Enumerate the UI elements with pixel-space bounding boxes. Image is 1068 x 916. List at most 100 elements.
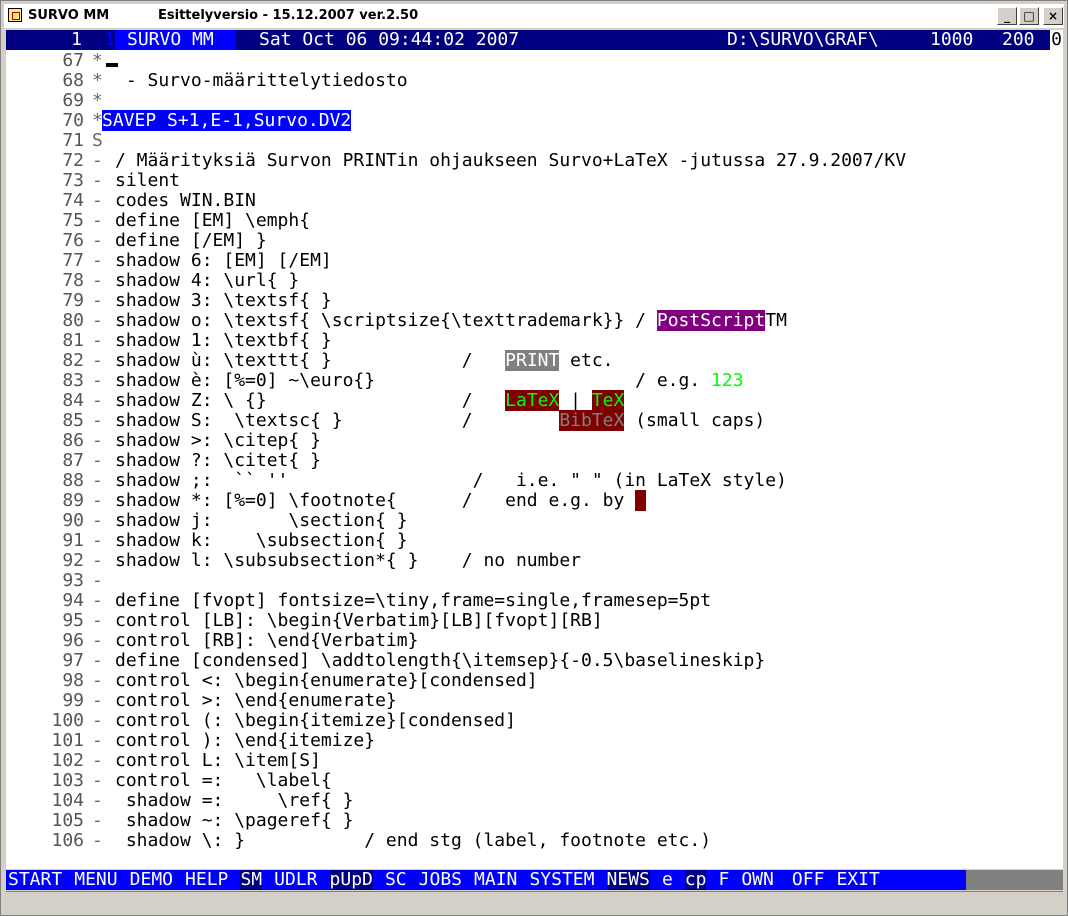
control-char[interactable]: - (92, 631, 103, 651)
control-char[interactable]: - (92, 231, 103, 251)
line-text[interactable]: shadow S: \textsc{ } / BibTeX (small cap… (115, 410, 765, 431)
app-icon[interactable] (8, 8, 22, 22)
line-text[interactable]: shadow Z: \ {} / LaTeX | TeX (115, 390, 625, 411)
line-text[interactable]: define [condensed] \addtolength{\itemsep… (115, 651, 765, 671)
control-char[interactable]: * (92, 71, 103, 91)
line-text[interactable]: shadow 6: [EM] [/EM] (115, 251, 332, 271)
control-char[interactable]: - (92, 531, 103, 551)
line-text[interactable]: silent (115, 171, 180, 191)
line-text[interactable]: control (: \begin{itemize}[condensed] (115, 711, 516, 731)
function-key-main[interactable]: MAIN (474, 870, 517, 890)
control-char[interactable]: - (92, 411, 103, 431)
line-text[interactable]: shadow ù: \texttt{ } / PRINT etc. (115, 350, 614, 371)
control-char[interactable]: - (92, 831, 103, 851)
control-char[interactable]: - (92, 571, 103, 591)
control-char[interactable]: - (92, 671, 103, 691)
control-char[interactable]: - (92, 311, 103, 331)
control-char[interactable]: - (92, 751, 103, 771)
line-text[interactable]: control L: \item[S] (115, 751, 321, 771)
control-char[interactable]: - (92, 471, 103, 491)
line-text[interactable]: shadow 1: \textbf{ } (115, 331, 332, 351)
control-char[interactable]: - (92, 551, 103, 571)
control-char[interactable]: - (92, 711, 103, 731)
line-text[interactable]: control ): \end{itemize} (115, 731, 375, 751)
line-text[interactable]: control [LB]: \begin{Verbatim}[LB][fvopt… (115, 611, 603, 631)
function-key-menu[interactable]: MENU (74, 870, 117, 890)
control-char[interactable]: - (92, 611, 103, 631)
line-text[interactable]: define [EM] \emph{ (115, 211, 310, 231)
function-key-sm[interactable]: SM (240, 870, 263, 890)
control-char[interactable]: - (92, 151, 103, 171)
close-button[interactable]: × (1043, 7, 1063, 25)
control-char[interactable]: - (92, 451, 103, 471)
control-char[interactable]: - (92, 271, 103, 291)
function-key-cp[interactable]: cp (684, 870, 707, 890)
line-text[interactable] (106, 51, 118, 71)
function-key-off[interactable]: OFF (792, 870, 825, 890)
line-text[interactable]: shadow ?: \citet{ } (115, 451, 321, 471)
function-key-exit[interactable]: EXIT (836, 870, 879, 890)
line-text[interactable]: shadow l: \subsubsection*{ } / no number (115, 551, 581, 571)
function-key-system[interactable]: SYSTEM (529, 870, 594, 890)
control-char[interactable]: - (92, 791, 103, 811)
control-char[interactable]: - (92, 191, 103, 211)
line-text[interactable]: shadow ~: \pageref{ } (115, 811, 354, 831)
control-char[interactable]: - (92, 491, 103, 511)
line-text-main: shadow Z: \ {} / (115, 390, 506, 411)
function-key-udlr[interactable]: UDLR (274, 870, 317, 890)
line-text[interactable]: shadow *: [%=0] \footnote{ / end e.g. by… (115, 490, 647, 511)
line-text[interactable]: control [RB]: \end{Verbatim} (115, 631, 418, 651)
control-char[interactable]: - (92, 651, 103, 671)
control-char[interactable]: - (92, 691, 103, 711)
control-char[interactable]: - (92, 171, 103, 191)
control-char[interactable]: - (92, 591, 103, 611)
line-text[interactable]: shadow >: \citep{ } (115, 431, 321, 451)
control-char[interactable]: - (92, 351, 103, 371)
function-key-jobs[interactable]: JOBS (419, 870, 462, 890)
control-char[interactable]: - (92, 331, 103, 351)
function-key-sc[interactable]: SC (385, 870, 407, 890)
edit-field[interactable]: 1 1 SURVO MM Sat Oct 06 09:44:02 2007 D:… (6, 30, 1063, 869)
minimize-button[interactable]: _ (997, 7, 1017, 25)
function-key-pupd[interactable]: pUpD (329, 870, 373, 890)
line-text[interactable]: define [/EM] } (115, 231, 267, 251)
line-text[interactable]: / Määrityksiä Survon PRINTin ohjaukseen … (115, 151, 906, 171)
control-char[interactable]: * (92, 51, 103, 71)
line-text[interactable]: define [fvopt] fontsize=\tiny,frame=sing… (115, 591, 711, 611)
line-text[interactable]: SAVEP S+1,E-1,Survo.DV2 (102, 110, 352, 131)
control-char[interactable]: - (92, 371, 103, 391)
line-text[interactable]: shadow ;: `` '' / i.e. " " (in LaTeX sty… (115, 471, 787, 491)
control-char[interactable]: - (92, 431, 103, 451)
function-key-own[interactable]: OWN (741, 870, 774, 890)
function-key-e[interactable]: e (662, 870, 673, 890)
line-text[interactable]: shadow k: \subsection{ } (115, 531, 408, 551)
line-text[interactable]: shadow j: \section{ } (115, 511, 408, 531)
control-char[interactable]: - (92, 391, 103, 411)
control-char[interactable]: - (92, 511, 103, 531)
line-text[interactable]: shadow 3: \textsf{ } (115, 291, 332, 311)
function-key-demo[interactable]: DEMO (130, 870, 173, 890)
function-key-f[interactable]: F (719, 870, 730, 890)
control-char[interactable]: - (92, 731, 103, 751)
function-key-start[interactable]: START (8, 870, 62, 890)
line-text[interactable]: shadow \: } / end stg (label, footnote e… (115, 831, 711, 851)
maximize-button[interactable]: □ (1019, 7, 1039, 25)
control-char[interactable]: S (92, 131, 103, 151)
line-text[interactable]: shadow è: [%=0] ~\euro{} / e.g. 123 (115, 370, 744, 391)
line-text[interactable]: shadow =: \ref{ } (115, 791, 354, 811)
function-key-news[interactable]: NEWS (606, 870, 650, 890)
line-text[interactable]: control >: \end{enumerate} (115, 691, 397, 711)
line-text[interactable]: - Survo-määrittelytiedosto (115, 71, 408, 91)
control-char[interactable]: - (92, 251, 103, 271)
line-text[interactable]: control =: \label{ (115, 771, 332, 791)
line-text[interactable]: control <: \begin{enumerate}[condensed] (115, 671, 538, 691)
line-text[interactable]: shadow o: \textsf{ \scriptsize{\texttrad… (115, 310, 787, 331)
control-char[interactable]: - (92, 811, 103, 831)
function-key-help[interactable]: HELP (185, 870, 228, 890)
control-char[interactable]: * (92, 91, 103, 111)
control-char[interactable]: - (92, 771, 103, 791)
control-char[interactable]: - (92, 211, 103, 231)
line-text[interactable]: shadow 4: \url{ } (115, 271, 299, 291)
line-text[interactable]: codes WIN.BIN (115, 191, 256, 211)
control-char[interactable]: - (92, 291, 103, 311)
